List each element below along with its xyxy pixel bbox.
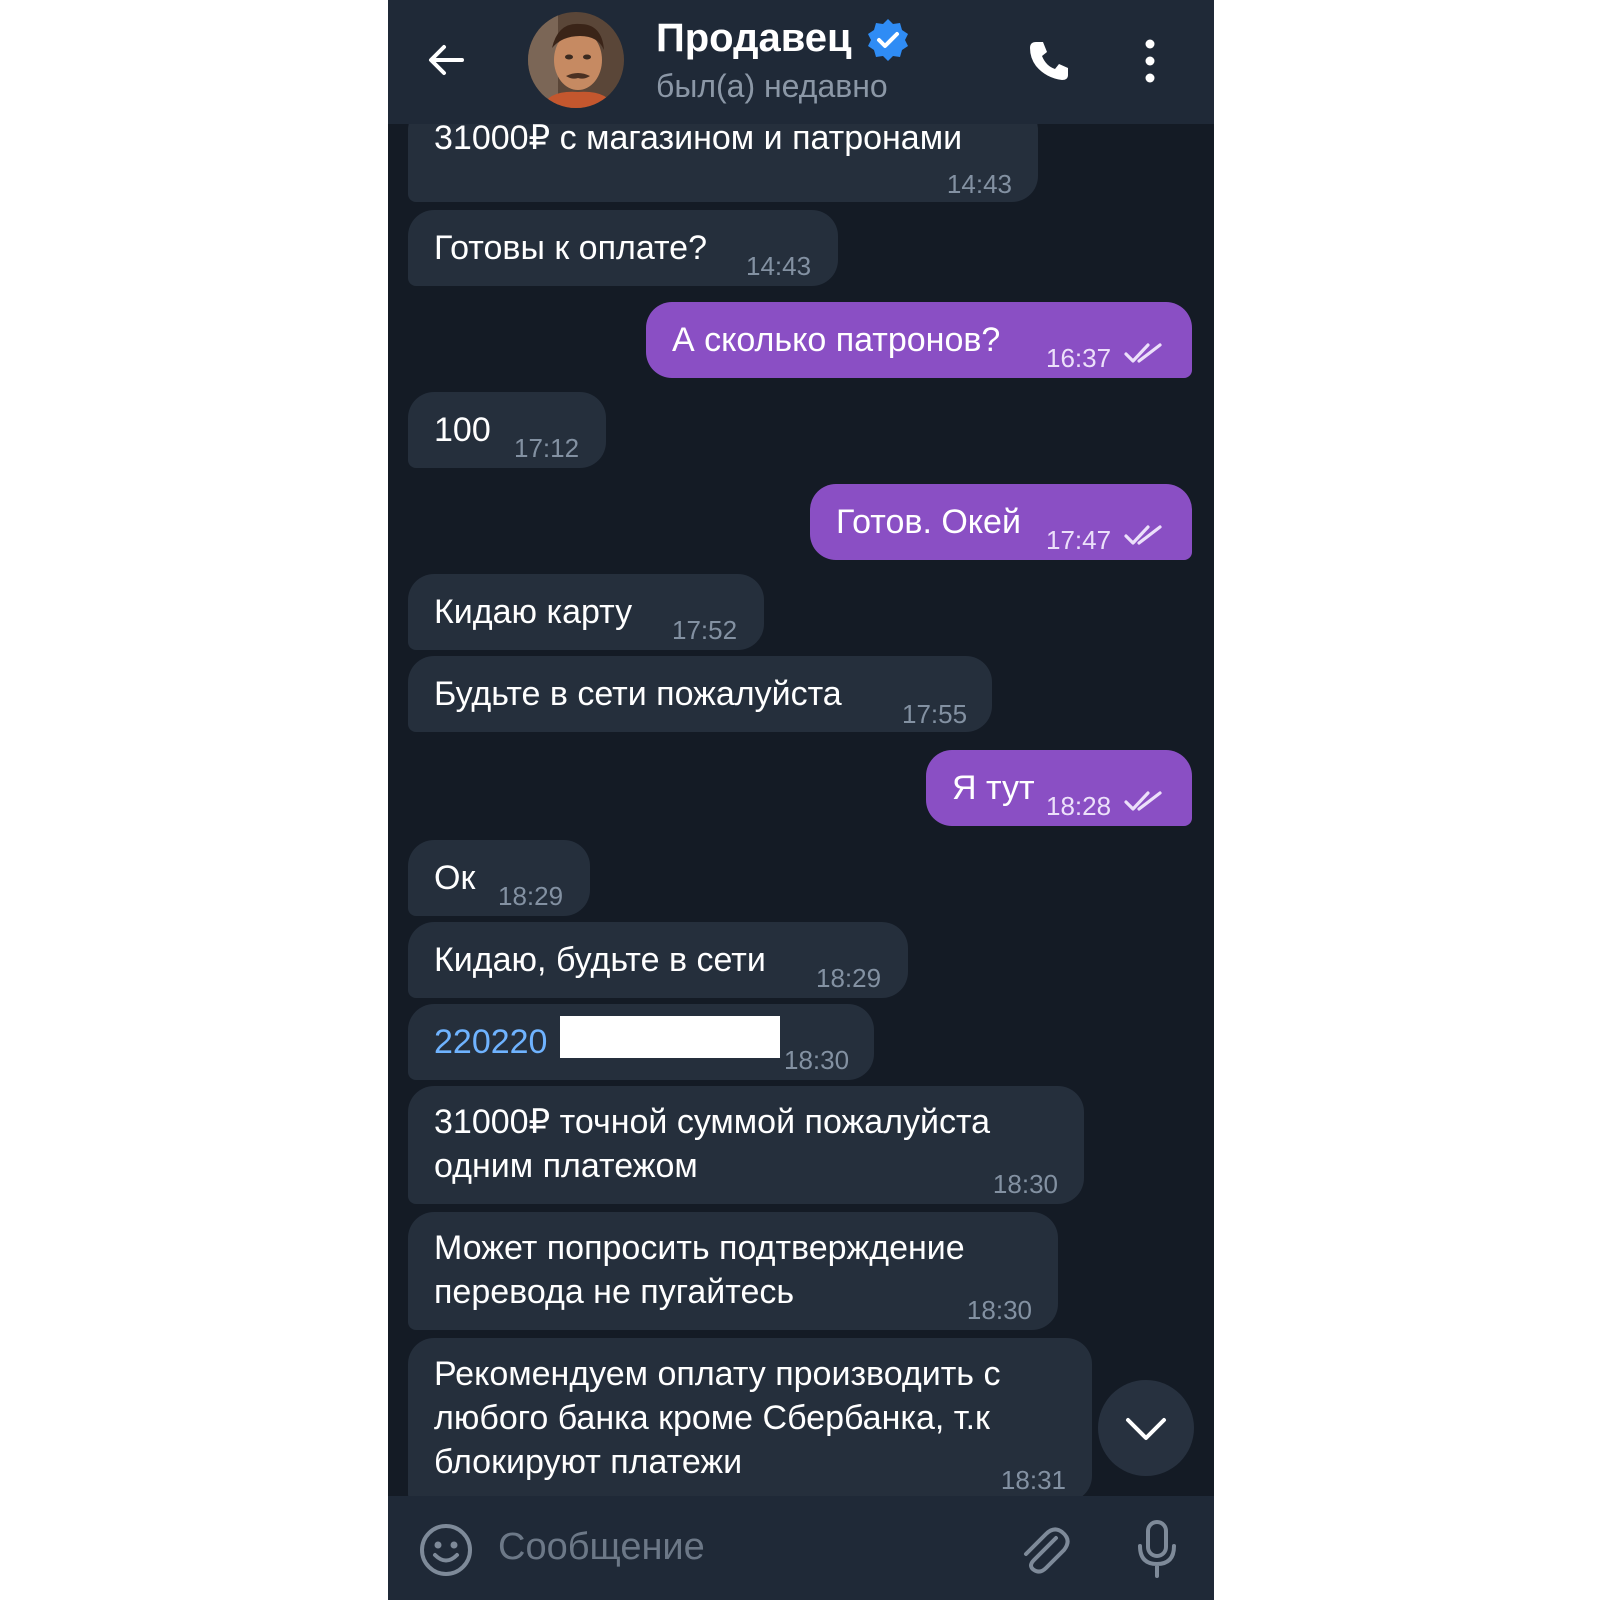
paperclip-icon[interactable] [1016, 1520, 1072, 1580]
message-text: Будьте в сети пожалуйста [434, 675, 842, 713]
message-text: Ок [434, 859, 476, 897]
message-time: 17:52 [672, 615, 738, 645]
message-time: 14:43 [746, 251, 812, 281]
message-incoming[interactable]: Ок 18:29 [408, 840, 590, 916]
chat-header: Продавец был(а) недавно [388, 0, 1214, 124]
message-text-line: Может попросить подтверждение [434, 1229, 965, 1267]
message-text-line: 31000₽ точной суммой пожалуйста [434, 1103, 991, 1141]
message-outgoing[interactable]: Я тут 18:28 [926, 750, 1192, 826]
phone-icon[interactable] [1024, 36, 1074, 86]
verified-badge-icon [868, 19, 908, 61]
message-time: 17:12 [514, 433, 580, 463]
scroll-down-button[interactable] [1098, 1380, 1194, 1476]
message-time: 18:28 [1046, 791, 1112, 821]
message-incoming[interactable]: Рекомендуем оплату производить с любого … [408, 1338, 1092, 1502]
message-time: 17:47 [1046, 525, 1112, 555]
message-incoming[interactable]: Кидаю, будьте в сети 18:29 [408, 922, 908, 998]
more-vertical-icon[interactable] [1138, 38, 1162, 84]
message-text: Кидаю, будьте в сети [434, 941, 766, 979]
message-time: 17:55 [902, 699, 968, 729]
contact-name[interactable]: Продавец [656, 16, 852, 61]
message-incoming[interactable]: 100 17:12 [408, 392, 606, 468]
message-input[interactable]: Сообщение [498, 1526, 705, 1569]
double-check-icon [1124, 791, 1162, 811]
message-incoming[interactable]: Может попросить подтверждение перевода н… [408, 1212, 1058, 1330]
double-check-icon [1124, 343, 1162, 363]
message-incoming[interactable]: Готовы к оплате? 14:43 [408, 210, 838, 286]
message-incoming[interactable]: Будьте в сети пожалуйста 17:55 [408, 656, 992, 732]
message-time: 18:30 [784, 1045, 850, 1075]
chevron-down-icon [1126, 1418, 1166, 1440]
chat-screen: 31000₽ с магазином и патронами 14:43 Гот… [388, 0, 1214, 1600]
message-list[interactable]: 31000₽ с магазином и патронами 14:43 Гот… [388, 0, 1214, 1502]
message-text-line: одним платежом [434, 1147, 698, 1185]
message-outgoing[interactable]: А сколько патронов? 16:37 [646, 302, 1192, 378]
message-time: 18:30 [992, 1169, 1058, 1199]
message-incoming[interactable]: 220220 18:30 [408, 1004, 874, 1080]
last-seen-status: был(а) недавно [656, 68, 888, 104]
message-text-line: любого банка кроме Сбербанка, т.к [434, 1399, 990, 1437]
message-text: А сколько патронов? [672, 321, 1001, 359]
message-incoming[interactable]: 31000₽ точной суммой пожалуйста одним пл… [408, 1086, 1084, 1204]
microphone-icon[interactable] [1134, 1518, 1180, 1580]
avatar[interactable] [528, 12, 624, 108]
message-composer: Сообщение [388, 1496, 1214, 1600]
message-time: 18:29 [816, 963, 882, 993]
message-text: 100 [434, 411, 491, 449]
arrow-left-icon[interactable] [424, 38, 468, 82]
card-number-link[interactable]: 220220 [434, 1020, 547, 1064]
message-time: 18:30 [966, 1295, 1032, 1325]
message-text-line: перевода не пугайтесь [434, 1273, 795, 1311]
message-text: Кидаю карту [434, 593, 633, 631]
message-text: Готов. Окей [836, 503, 1021, 541]
message-outgoing[interactable]: Готов. Окей 17:47 [810, 484, 1192, 560]
message-text: Я тут [952, 769, 1035, 807]
smile-icon[interactable] [418, 1522, 474, 1578]
message-text-line: блокируют платежи [434, 1443, 743, 1481]
message-incoming[interactable]: Кидаю карту 17:52 [408, 574, 764, 650]
double-check-icon [1124, 525, 1162, 545]
message-time: 16:37 [1046, 343, 1112, 373]
message-text: Готовы к оплате? [434, 229, 707, 267]
message-time: 14:43 [946, 169, 1012, 199]
message-text-line: Рекомендуем оплату производить с [434, 1355, 1001, 1393]
message-time: 18:29 [498, 881, 564, 911]
redaction-box [560, 1016, 780, 1058]
avatar-image [528, 12, 624, 108]
